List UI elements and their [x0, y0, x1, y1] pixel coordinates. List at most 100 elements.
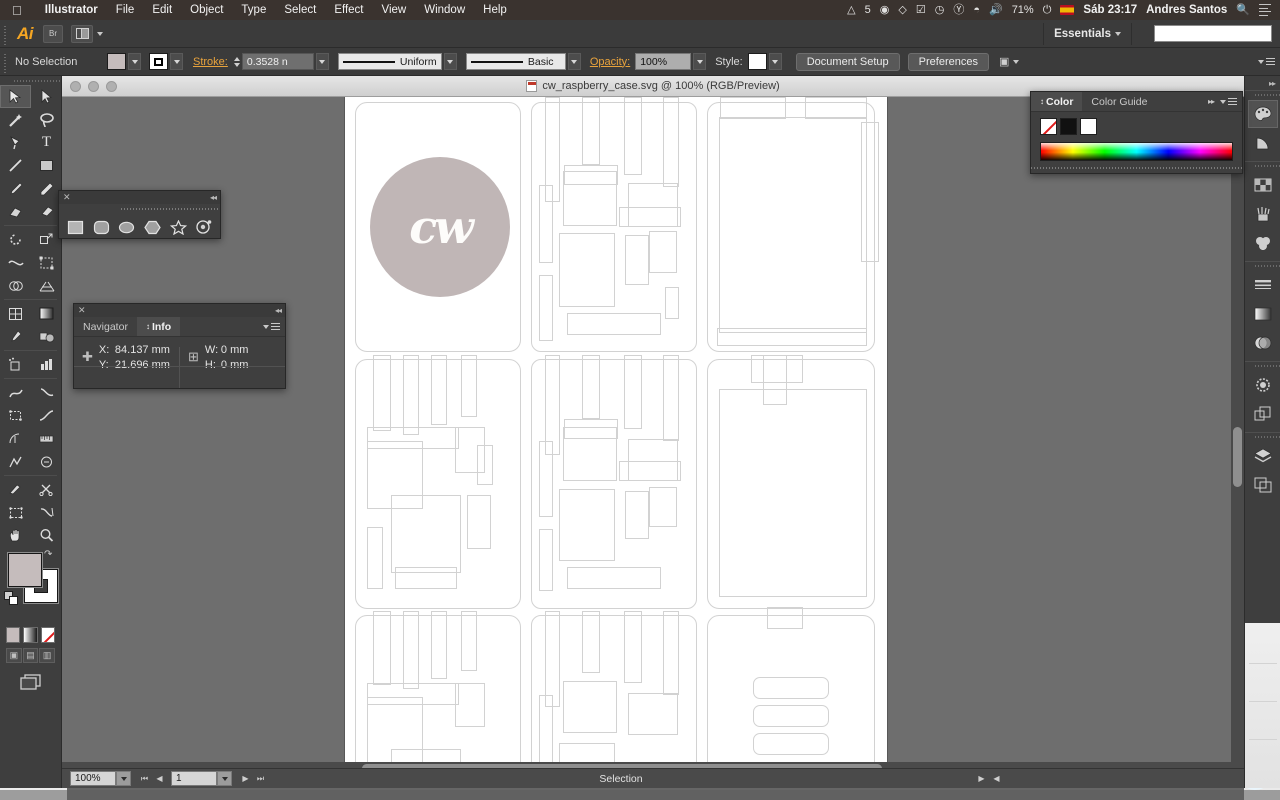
- cut-slot[interactable]: [663, 611, 679, 695]
- cut-slot[interactable]: [625, 235, 649, 285]
- cut-slot[interactable]: [567, 567, 661, 589]
- arrange-documents-button[interactable]: [71, 24, 93, 43]
- fill-dropdown-icon[interactable]: [128, 53, 141, 70]
- control-panel-menu-icon[interactable]: [1258, 58, 1280, 65]
- cut-slot[interactable]: [624, 355, 642, 429]
- cut-slot[interactable]: [395, 567, 457, 589]
- dock-group-grip[interactable]: [1245, 162, 1280, 170]
- opacity-field[interactable]: 100%: [635, 53, 692, 70]
- cut-slot[interactable]: [567, 313, 661, 335]
- minimize-window-button[interactable]: [88, 81, 99, 92]
- draw-inside-icon[interactable]: ▥: [39, 648, 56, 663]
- rectangle-tool-button[interactable]: [63, 215, 88, 239]
- last-artboard-button[interactable]: ⏭: [253, 771, 268, 786]
- color-panel[interactable]: ↕ Color Color Guide ▸▸: [1030, 91, 1243, 174]
- cut-inner-outline[interactable]: [719, 389, 867, 597]
- dock-group-grip[interactable]: [1245, 91, 1280, 99]
- dock-group-grip[interactable]: [1245, 362, 1280, 370]
- vent-slot-1[interactable]: [753, 677, 829, 699]
- none-swatch[interactable]: [1040, 118, 1057, 135]
- artboards-panel-icon[interactable]: [1248, 471, 1278, 499]
- cut-slot[interactable]: [624, 97, 642, 175]
- first-artboard-button[interactable]: ⏮: [137, 771, 152, 786]
- status-menu-icon[interactable]: ▶: [974, 771, 989, 786]
- shape-panel-title-bar[interactable]: ✕ ◂◂: [59, 191, 220, 204]
- dock-group-grip[interactable]: [1245, 262, 1280, 270]
- cut-window[interactable]: [563, 171, 617, 226]
- cut-slot[interactable]: [431, 611, 447, 679]
- cut-slot[interactable]: [539, 529, 553, 591]
- stroke-weight-dropdown-icon[interactable]: [315, 53, 329, 70]
- chevron-down-icon[interactable]: [97, 31, 103, 36]
- menu-item-window[interactable]: Window: [415, 0, 474, 20]
- artboard-frame-tool[interactable]: [0, 501, 31, 524]
- cut-slot[interactable]: [373, 611, 391, 685]
- appbar-grip[interactable]: [2, 22, 8, 45]
- color-spectrum-ramp[interactable]: [1040, 142, 1233, 161]
- tab-info[interactable]: ↕ Info: [136, 317, 181, 336]
- symbol-shifter-tool[interactable]: [31, 450, 62, 473]
- rectangle-tool[interactable]: [31, 154, 62, 177]
- info-panel-title-bar[interactable]: ✕ ◂◂: [74, 304, 285, 317]
- cut-slot[interactable]: [619, 207, 681, 227]
- cut-slot[interactable]: [624, 611, 642, 683]
- screen-mode-button[interactable]: [0, 666, 61, 692]
- brushes-panel-icon[interactable]: [1248, 200, 1278, 228]
- menu-item-edit[interactable]: Edit: [143, 0, 181, 20]
- cut-inner-outline[interactable]: [719, 117, 867, 333]
- cut-notch[interactable]: [767, 607, 803, 629]
- cut-slot[interactable]: [663, 97, 679, 187]
- mesh-tool[interactable]: [0, 302, 31, 325]
- close-window-button[interactable]: [70, 81, 81, 92]
- clock-icon[interactable]: ◷: [935, 4, 945, 16]
- appearance-panel-icon[interactable]: [1248, 371, 1278, 399]
- scissors-tool[interactable]: [31, 478, 62, 501]
- cut-window[interactable]: [563, 427, 617, 481]
- draw-normal-icon[interactable]: ▣: [6, 648, 22, 663]
- layers-panel-icon[interactable]: [1248, 442, 1278, 470]
- zoom-level-field[interactable]: 100%: [70, 771, 116, 786]
- cut-slot[interactable]: [461, 611, 477, 671]
- tab-color[interactable]: ↕ Color: [1031, 92, 1083, 111]
- bluetooth-icon[interactable]: Ⓨ: [953, 4, 964, 16]
- puppet-warp-tool[interactable]: [0, 450, 31, 473]
- width-tool[interactable]: [0, 251, 31, 274]
- opacity-label[interactable]: Opacity:: [590, 56, 630, 68]
- opacity-dropdown-icon[interactable]: [693, 53, 707, 70]
- apple-icon[interactable]: : [0, 4, 36, 17]
- gradient-fill-mode-icon[interactable]: [23, 627, 38, 643]
- cut-slot[interactable]: [403, 355, 419, 435]
- menu-item-file[interactable]: File: [107, 0, 144, 20]
- cut-window[interactable]: [559, 489, 615, 561]
- menu-item-help[interactable]: Help: [474, 0, 516, 20]
- cut-window[interactable]: [649, 231, 677, 273]
- hand-tool[interactable]: [0, 524, 31, 547]
- vent-slot-2[interactable]: [753, 705, 829, 727]
- cut-slot[interactable]: [582, 611, 600, 673]
- black-swatch[interactable]: [1060, 118, 1077, 135]
- stroke-panel-icon[interactable]: [1248, 271, 1278, 299]
- lasso-tool[interactable]: [31, 108, 62, 131]
- selection-tool[interactable]: [0, 85, 31, 108]
- cw-logo[interactable]: cw: [370, 157, 510, 297]
- brush-definition-field[interactable]: Basic: [465, 53, 566, 70]
- cut-tab[interactable]: [717, 328, 867, 346]
- collapse-icon[interactable]: ◂◂: [275, 306, 282, 315]
- pen-tool[interactable]: [0, 131, 31, 154]
- zoom-dropdown-icon[interactable]: [116, 771, 131, 786]
- shape-builder-tool[interactable]: [0, 274, 31, 297]
- transparency-panel-icon[interactable]: [1248, 329, 1278, 357]
- artboard[interactable]: cw: [345, 97, 887, 788]
- slice-select-tool[interactable]: [31, 501, 62, 524]
- artboard-number-field[interactable]: 1: [171, 771, 217, 786]
- measure-tool[interactable]: [0, 427, 31, 450]
- draw-behind-icon[interactable]: ▤: [22, 648, 39, 663]
- swap-fill-stroke-icon[interactable]: ↷: [44, 549, 52, 560]
- zoom-window-button[interactable]: [106, 81, 117, 92]
- symbols-panel-icon[interactable]: [1248, 229, 1278, 257]
- cut-slot[interactable]: [431, 355, 447, 425]
- stroke-weight-label[interactable]: Stroke:: [193, 56, 228, 68]
- controlbar-grip[interactable]: [2, 50, 8, 73]
- eyedropper-tool[interactable]: [0, 325, 31, 348]
- blob-brush-tool[interactable]: [0, 200, 31, 223]
